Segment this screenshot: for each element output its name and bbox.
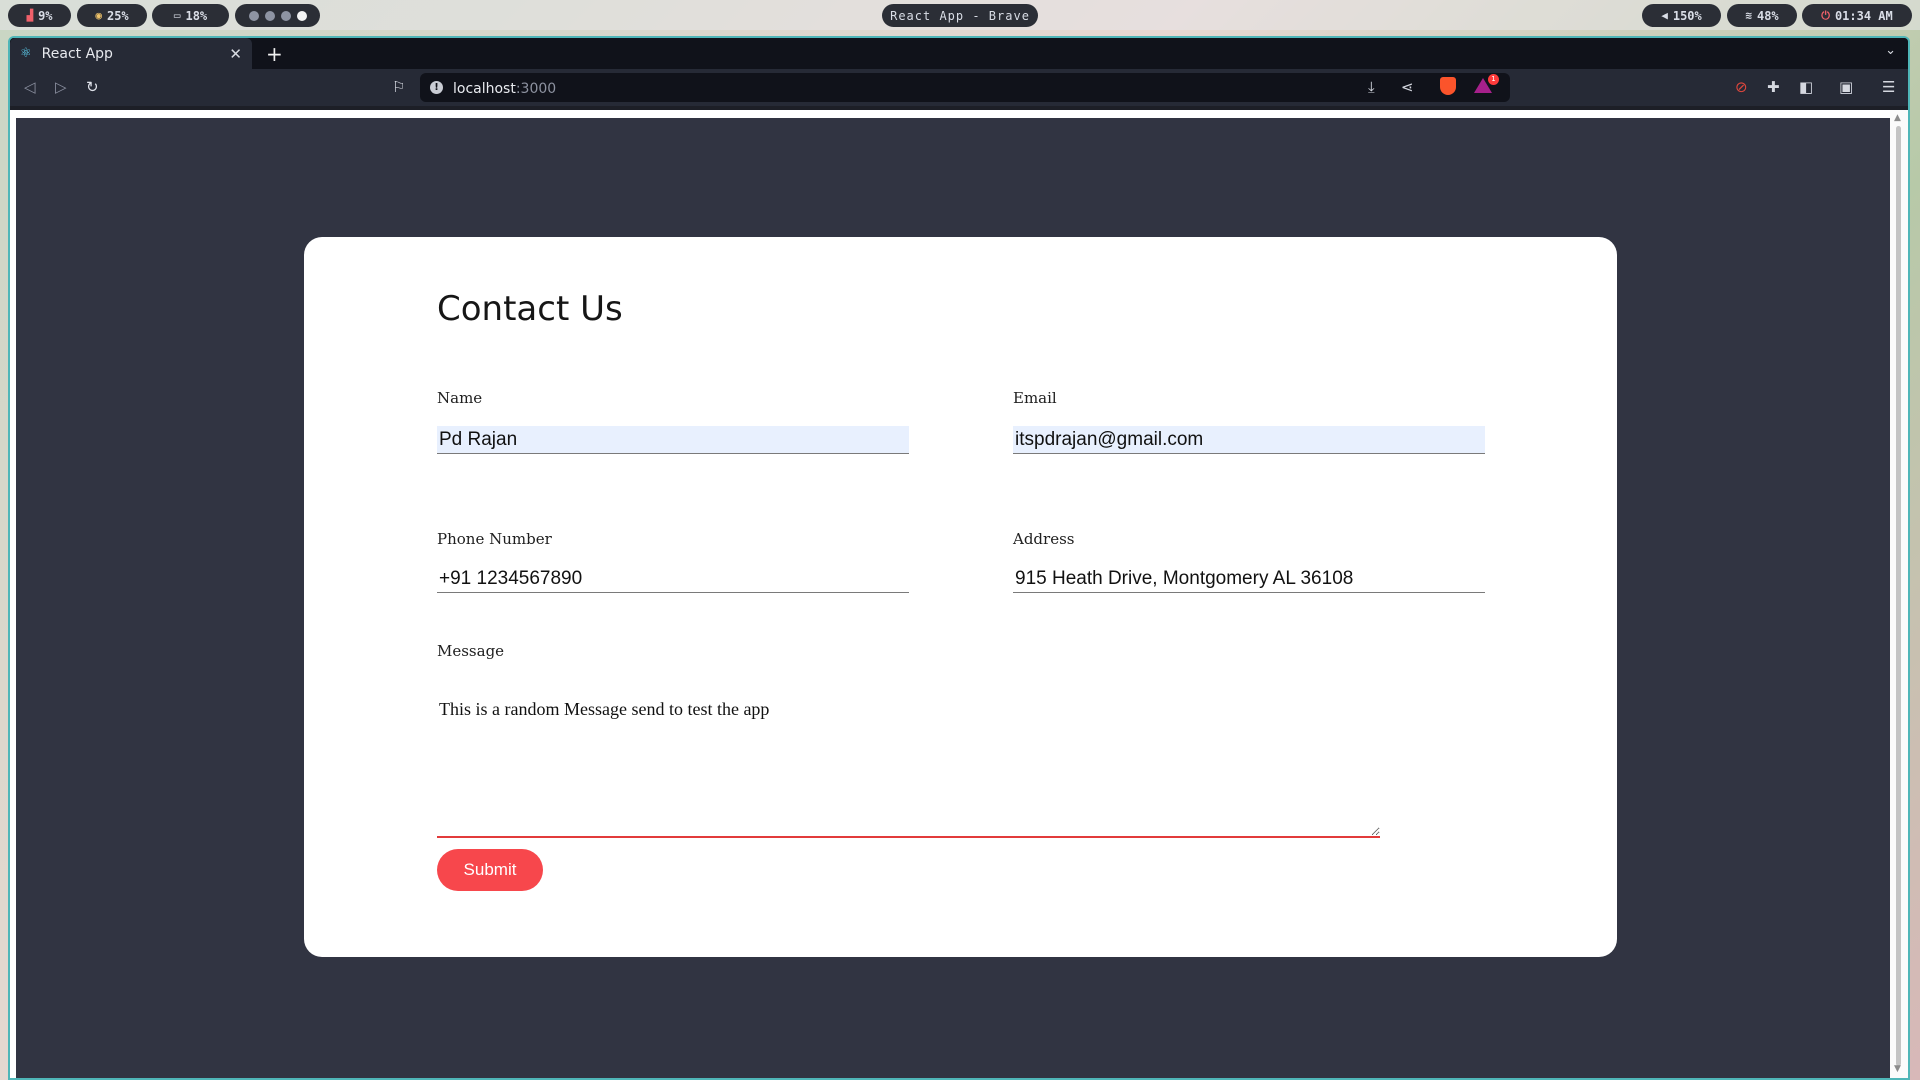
chart-icon: ▟	[26, 9, 34, 22]
new-tab-button[interactable]: +	[266, 42, 283, 66]
url-host: localhost	[453, 81, 516, 97]
scroll-down-arrow-icon[interactable]: ▼	[1894, 1064, 1901, 1074]
system-status-bar: ▟ 9% ◉ 25% ▭ 18% React App - Brave ◀ 150…	[0, 0, 1920, 30]
reload-button[interactable]: ↻	[86, 78, 99, 96]
browser-window: ⚛ React App ✕ + ⌄ ◁ ▷ ↻ ⚐ ! localhost:30…	[8, 36, 1910, 1080]
disk-widget[interactable]: ▭ 18%	[152, 4, 229, 27]
message-textarea[interactable]: This is a random Message send to test th…	[437, 689, 1380, 838]
wifi-icon: ≋	[1745, 9, 1752, 22]
clock-widget[interactable]: ⏻ 01:34 AM	[1802, 4, 1912, 27]
memory-value: 25%	[106, 8, 129, 23]
workspace-4-active[interactable]	[296, 10, 307, 21]
name-input[interactable]	[437, 426, 909, 454]
form-title: Contact Us	[437, 289, 623, 329]
workspace-1[interactable]	[248, 10, 259, 21]
menu-icon[interactable]: ☰	[1882, 78, 1895, 96]
browser-toolbar: ◁ ▷ ↻ ⚐ ! localhost:3000 ⤓ ⋖ 1 ⊘ ✚ ◧ ▣ ☰	[10, 69, 1908, 106]
tab-title: React App	[41, 45, 113, 62]
forward-button[interactable]: ▷	[55, 78, 67, 96]
address-label: Address	[1013, 530, 1075, 548]
scrollbar-thumb[interactable]	[1896, 126, 1901, 1066]
tab-react-app[interactable]: ⚛ React App ✕	[10, 38, 252, 69]
volume-value: 150%	[1672, 8, 1702, 23]
wallet-icon[interactable]: ▣	[1839, 78, 1853, 96]
share-icon[interactable]: ⋖	[1401, 78, 1414, 96]
power-icon: ⏻	[1821, 8, 1830, 22]
battery-icon: ▭	[173, 9, 181, 22]
email-label: Email	[1013, 389, 1057, 407]
clock-value: 01:34 AM	[1834, 8, 1893, 23]
page-scrollbar[interactable]: ▲ ▼	[1890, 110, 1908, 1078]
disk-value: 18%	[185, 8, 208, 23]
eye-off-icon[interactable]: ⊘	[1735, 78, 1748, 96]
site-info-icon[interactable]: !	[430, 81, 443, 94]
volume-widget[interactable]: ◀ 150%	[1642, 4, 1721, 27]
phone-label: Phone Number	[437, 530, 552, 548]
contact-form-card: Contact Us Name Email Phone Number Addre…	[304, 237, 1617, 957]
page-background: Contact Us Name Email Phone Number Addre…	[16, 118, 1890, 1078]
address-bar[interactable]: ! localhost:3000	[420, 73, 1510, 102]
brave-shields-icon[interactable]	[1440, 77, 1456, 95]
workspace-3[interactable]	[280, 10, 291, 21]
cpu-chip-icon: ◉	[95, 9, 102, 22]
page-viewport: Contact Us Name Email Phone Number Addre…	[10, 110, 1908, 1078]
speaker-icon: ◀	[1661, 9, 1668, 22]
name-label: Name	[437, 389, 483, 407]
email-input[interactable]	[1013, 426, 1485, 454]
back-button[interactable]: ◁	[24, 78, 36, 96]
message-label: Message	[437, 642, 505, 660]
close-tab-icon[interactable]: ✕	[229, 45, 242, 63]
wifi-widget[interactable]: ≋ 48%	[1727, 4, 1797, 27]
react-favicon-icon: ⚛	[20, 46, 32, 61]
cpu-widget[interactable]: ▟ 9%	[8, 4, 71, 27]
bookmark-icon[interactable]: ⚐	[392, 78, 405, 96]
url-port: :3000	[515, 81, 557, 97]
install-app-icon[interactable]: ⤓	[1368, 78, 1375, 96]
workspace-switcher[interactable]	[235, 4, 320, 27]
cpu-value: 9%	[38, 8, 53, 23]
phone-input[interactable]	[437, 565, 909, 593]
workspace-2[interactable]	[264, 10, 275, 21]
rewards-badge: 1	[1488, 74, 1499, 85]
scroll-up-arrow-icon[interactable]: ▲	[1894, 113, 1901, 123]
sidebar-toggle-icon[interactable]: ◧	[1799, 78, 1813, 96]
tab-strip: ⚛ React App ✕ + ⌄	[10, 38, 1908, 69]
extensions-icon[interactable]: ✚	[1767, 78, 1780, 96]
address-input[interactable]	[1013, 565, 1485, 593]
tab-search-chevron-icon[interactable]: ⌄	[1885, 43, 1896, 58]
memory-widget[interactable]: ◉ 25%	[77, 4, 147, 27]
submit-button[interactable]: Submit	[437, 849, 543, 891]
active-window-title: React App - Brave	[882, 4, 1038, 27]
wifi-value: 48%	[1756, 8, 1779, 23]
